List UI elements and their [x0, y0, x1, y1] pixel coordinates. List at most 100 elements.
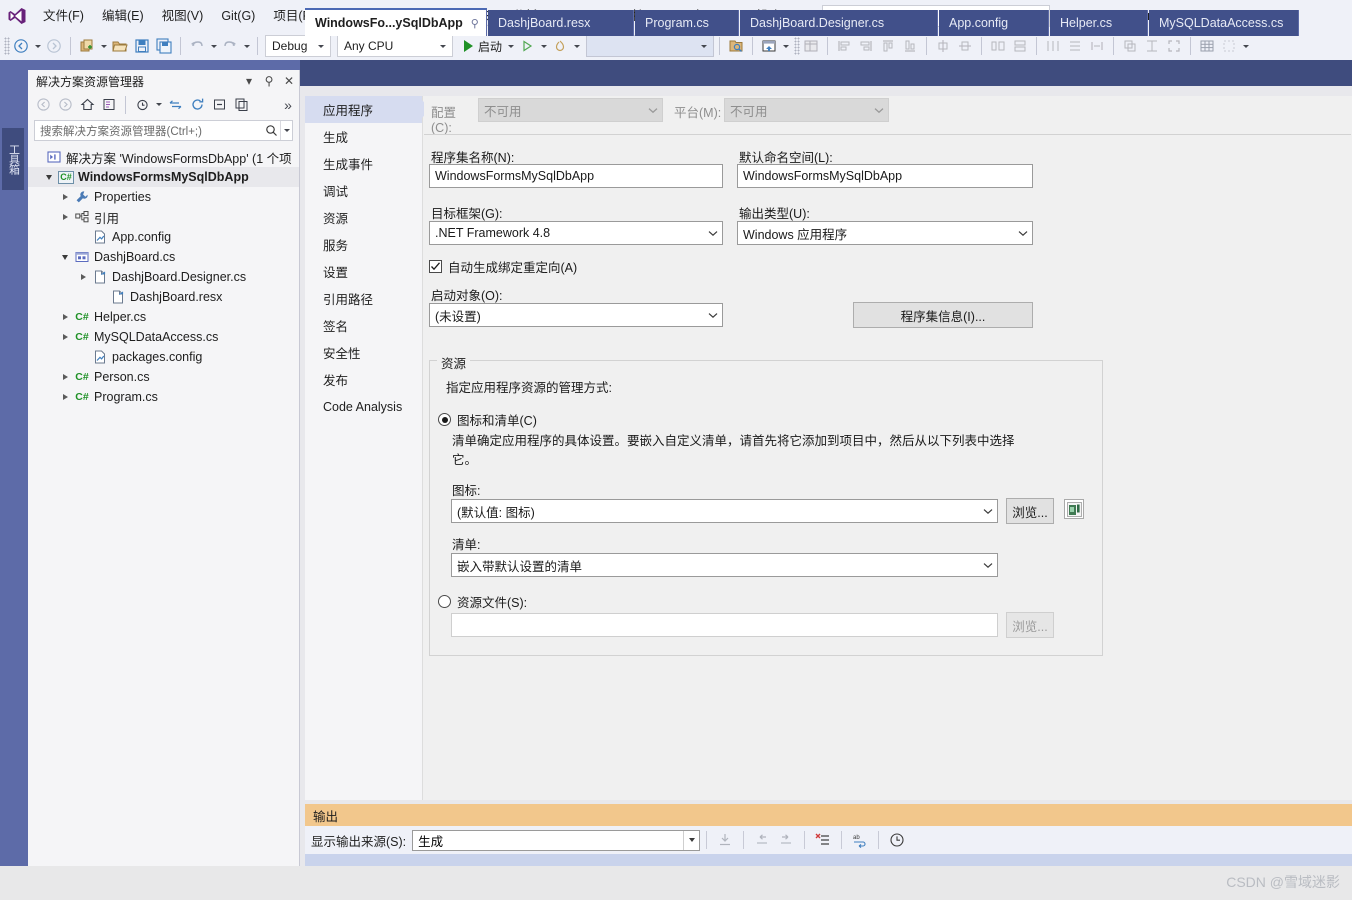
output-source-dropdown[interactable]: 生成 — [412, 830, 700, 851]
hot-reload-dropdown-icon[interactable] — [571, 35, 582, 57]
next-message-icon[interactable] — [774, 829, 798, 851]
properties-nav-item[interactable]: 调试 — [305, 177, 422, 204]
chevron-right-icon[interactable] — [58, 374, 72, 380]
document-tab[interactable]: WindowsFo...ySqlDbApp⚲✕ — [305, 8, 487, 36]
align-tops-icon[interactable] — [877, 35, 899, 57]
save-all-icon[interactable] — [153, 35, 175, 57]
solution-platform-dropdown-icon[interactable] — [780, 35, 791, 57]
pending-changes-icon[interactable] — [131, 94, 153, 116]
properties-nav-item[interactable]: 签名 — [305, 312, 422, 339]
icon-dropdown[interactable]: (默认值: 图标) — [451, 499, 998, 523]
menu-edit[interactable]: 编辑(E) — [93, 0, 153, 32]
vertical-spacing-icon[interactable] — [1064, 35, 1086, 57]
refresh-icon[interactable] — [186, 94, 208, 116]
chevron-right-icon[interactable] — [58, 314, 72, 320]
document-tab[interactable]: DashjBoard.resx — [488, 10, 634, 36]
hot-reload-icon[interactable] — [549, 35, 571, 57]
target-process-combo[interactable] — [586, 35, 714, 57]
properties-nav-item[interactable]: 服务 — [305, 231, 422, 258]
solution-platform-icon[interactable] — [758, 35, 780, 57]
document-tab[interactable]: DashjBoard.Designer.cs — [740, 10, 938, 36]
menu-file[interactable]: 文件(F) — [34, 0, 93, 32]
make-same-height-icon[interactable] — [1009, 35, 1031, 57]
redo-icon[interactable] — [219, 35, 241, 57]
undo-dropdown-icon[interactable] — [208, 35, 219, 57]
clear-all-icon[interactable] — [811, 829, 835, 851]
fit-to-window-icon[interactable] — [1163, 35, 1185, 57]
document-tab[interactable]: MySQLDataAccess.cs — [1149, 10, 1299, 36]
properties-nav-item[interactable]: 设置 — [305, 258, 422, 285]
properties-nav-item[interactable]: 资源 — [305, 204, 422, 231]
horizontal-spacing-icon[interactable] — [1042, 35, 1064, 57]
toolbar-grip[interactable] — [4, 37, 10, 55]
redo-dropdown-icon[interactable] — [241, 35, 252, 57]
default-namespace-input[interactable]: WindowsFormsMySqlDbApp — [737, 164, 1033, 188]
chevron-right-icon[interactable] — [58, 394, 72, 400]
toggle-word-wrap-icon[interactable]: ab — [848, 829, 872, 851]
properties-nav-item[interactable]: 发布 — [305, 366, 422, 393]
tree-item[interactable]: C#WindowsFormsMySqlDbApp — [28, 167, 299, 187]
chevron-right-icon[interactable] — [58, 334, 72, 340]
go-to-message-icon[interactable] — [713, 829, 737, 851]
resource-file-radio[interactable]: 资源文件(S): — [438, 592, 527, 611]
start-debug-button[interactable]: 启动 — [461, 35, 505, 57]
auto-binding-redirect-checkbox[interactable]: 自动生成绑定重定向(A) — [429, 257, 577, 276]
back-icon[interactable] — [32, 94, 54, 116]
home-icon[interactable] — [76, 94, 98, 116]
target-framework-dropdown[interactable]: .NET Framework 4.8 — [429, 221, 723, 245]
icon-browse-button[interactable]: 浏览... — [1006, 498, 1054, 524]
tree-item[interactable]: Properties — [28, 187, 299, 207]
tree-item[interactable]: C#Helper.cs — [28, 307, 299, 327]
manifest-dropdown[interactable]: 嵌入带默认设置的清单 — [451, 553, 998, 577]
pending-changes-dropdown-icon[interactable] — [153, 94, 164, 116]
show-grid-icon[interactable] — [1196, 35, 1218, 57]
align-lefts-icon[interactable] — [833, 35, 855, 57]
search-options-dropdown-icon[interactable] — [280, 121, 292, 140]
platform-combo[interactable]: Any CPU — [337, 35, 453, 57]
pin-icon[interactable]: ⚲ — [471, 17, 479, 30]
output-type-dropdown[interactable]: Windows 应用程序 — [737, 221, 1033, 245]
size-to-grid-icon[interactable] — [1086, 35, 1108, 57]
start-dropdown-icon[interactable] — [505, 35, 516, 57]
properties-nav-item[interactable]: 引用路径 — [305, 285, 422, 312]
new-project-icon[interactable] — [76, 35, 98, 57]
assembly-information-button[interactable]: 程序集信息(I)... — [853, 302, 1033, 328]
solution-search-input[interactable]: 搜索解决方案资源管理器(Ctrl+;) — [34, 120, 293, 141]
tree-item[interactable]: DashjBoard.resx — [28, 287, 299, 307]
chevron-right-icon[interactable] — [58, 214, 72, 220]
toolbox-vertical-tab[interactable]: 工具箱 — [2, 128, 24, 190]
history-icon[interactable] — [885, 829, 909, 851]
menu-git[interactable]: Git(G) — [212, 0, 264, 32]
chevron-right-icon[interactable] — [58, 194, 72, 200]
snap-to-grid-icon[interactable] — [1218, 35, 1240, 57]
chevron-down-icon[interactable] — [42, 175, 56, 180]
tree-item[interactable]: 引用 — [28, 207, 299, 227]
tree-item[interactable]: DashjBoard.cs — [28, 247, 299, 267]
properties-nav-item[interactable]: 生成 — [305, 123, 422, 150]
tree-item[interactable]: C#Program.cs — [28, 387, 299, 407]
sync-with-active-document-icon[interactable] — [164, 94, 186, 116]
start-without-debug-icon[interactable] — [516, 35, 538, 57]
preview-selected-items-icon[interactable] — [725, 35, 747, 57]
properties-nav-item[interactable]: Code Analysis — [305, 393, 422, 420]
undo-icon[interactable] — [186, 35, 208, 57]
tree-item[interactable]: C#MySQLDataAccess.cs — [28, 327, 299, 347]
document-tab[interactable]: Program.cs — [635, 10, 739, 36]
properties-nav-item[interactable]: 安全性 — [305, 339, 422, 366]
toolbar-overflow-icon[interactable]: » — [277, 94, 299, 116]
new-project-dropdown-icon[interactable] — [98, 35, 109, 57]
open-file-icon[interactable] — [109, 35, 131, 57]
tree-item[interactable]: DashjBoard.Designer.cs — [28, 267, 299, 287]
forward-icon[interactable] — [54, 94, 76, 116]
switch-views-icon[interactable] — [98, 94, 120, 116]
navigate-back-icon[interactable] — [10, 35, 32, 57]
toolbar-overflow-icon[interactable] — [1240, 35, 1251, 57]
start-options-dropdown-icon[interactable] — [538, 35, 549, 57]
tree-item[interactable]: App.config — [28, 227, 299, 247]
panel-menu-icon[interactable]: ▾ — [239, 74, 259, 88]
pin-icon[interactable]: ⚲ — [259, 74, 279, 88]
chevron-down-icon[interactable] — [58, 255, 72, 260]
properties-window-icon[interactable] — [800, 35, 822, 57]
center-horizontally-icon[interactable] — [932, 35, 954, 57]
resource-file-input[interactable] — [451, 613, 998, 637]
